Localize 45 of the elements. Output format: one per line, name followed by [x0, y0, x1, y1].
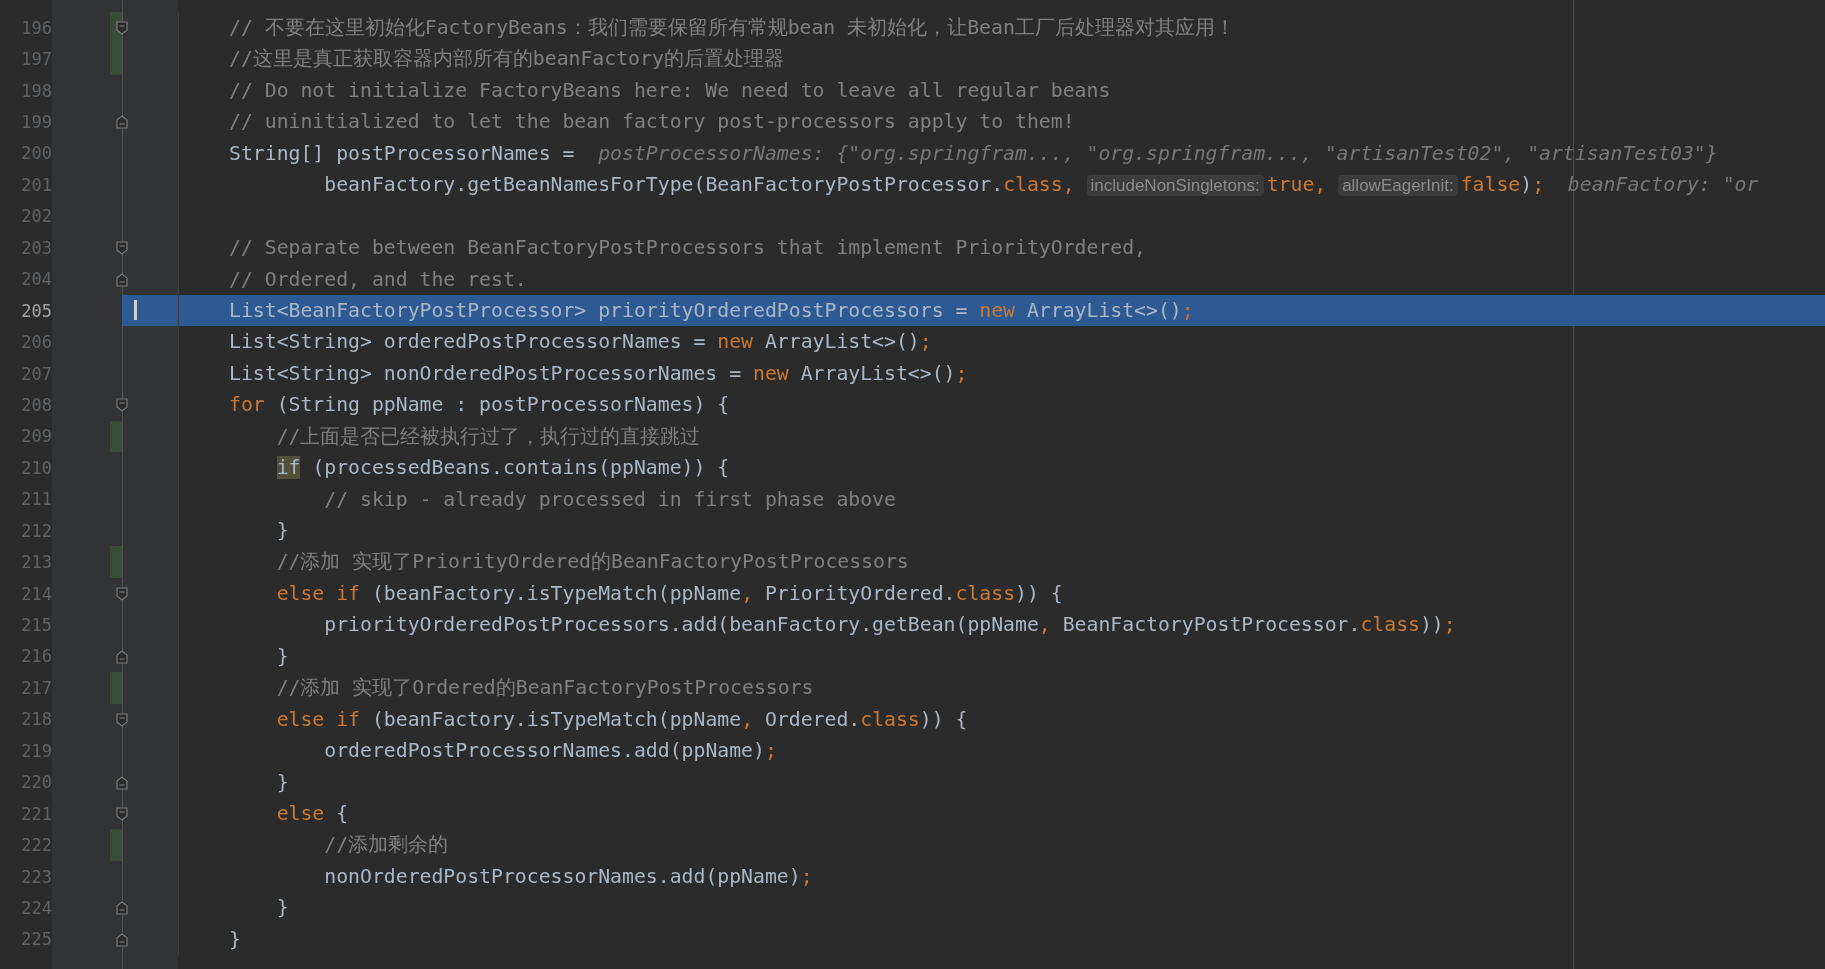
text-cursor — [134, 299, 137, 320]
fold-marker-icon[interactable] — [116, 21, 128, 35]
line-number: 196 — [20, 17, 52, 38]
line-number: 223 — [20, 866, 52, 887]
line-number: 216 — [20, 646, 52, 667]
fold-marker-icon[interactable] — [116, 901, 128, 916]
fold-marker-icon[interactable] — [116, 932, 128, 947]
fold-marker-icon[interactable] — [116, 649, 128, 664]
line-number: 199 — [20, 112, 52, 133]
fold-marker-icon[interactable] — [116, 115, 128, 130]
line-number: 214 — [20, 583, 52, 604]
code-line: beanFactory.getBeanNamesForType(BeanFactoryPostProcessor.class, includeNonSingletons: true, allowEagerInit: false); beanFactory: "or — [178, 169, 1825, 201]
line-number: 198 — [20, 80, 52, 101]
line-number: 222 — [20, 835, 52, 856]
line-number: 225 — [20, 929, 52, 950]
code-line: if (processedBeans.contains(ppName)) { — [178, 452, 1825, 484]
line-number: 197 — [20, 49, 52, 70]
line-number: 217 — [20, 677, 52, 698]
line-number: 218 — [20, 709, 52, 730]
fold-marker-icon[interactable] — [116, 272, 128, 287]
fold-marker-icon[interactable] — [116, 241, 128, 256]
line-number: 219 — [20, 740, 52, 761]
line-number: 221 — [20, 803, 52, 824]
line-number: 210 — [20, 457, 52, 478]
line-number: 203 — [20, 237, 52, 258]
line-number: 201 — [20, 174, 52, 195]
fold-marker-icon[interactable] — [116, 586, 128, 601]
line-number: 200 — [20, 143, 52, 164]
line-number: 213 — [20, 552, 52, 573]
line-number: 212 — [20, 520, 52, 541]
fold-marker-icon[interactable] — [116, 398, 128, 413]
line-number: 209 — [20, 426, 52, 447]
line-number: 202 — [20, 206, 52, 227]
line-number: 207 — [20, 363, 52, 384]
line-number: 204 — [20, 269, 52, 290]
line-number: 211 — [20, 489, 52, 510]
line-number: 208 — [20, 394, 52, 415]
line-number: 215 — [20, 615, 52, 636]
line-number: 220 — [20, 772, 52, 793]
fold-marker-icon[interactable] — [116, 712, 128, 727]
fold-marker-icon[interactable] — [116, 806, 128, 821]
line-number: 206 — [20, 332, 52, 353]
fold-marker-icon[interactable] — [116, 775, 128, 790]
line-number: 205 — [20, 300, 52, 321]
line-number: 224 — [20, 897, 52, 918]
